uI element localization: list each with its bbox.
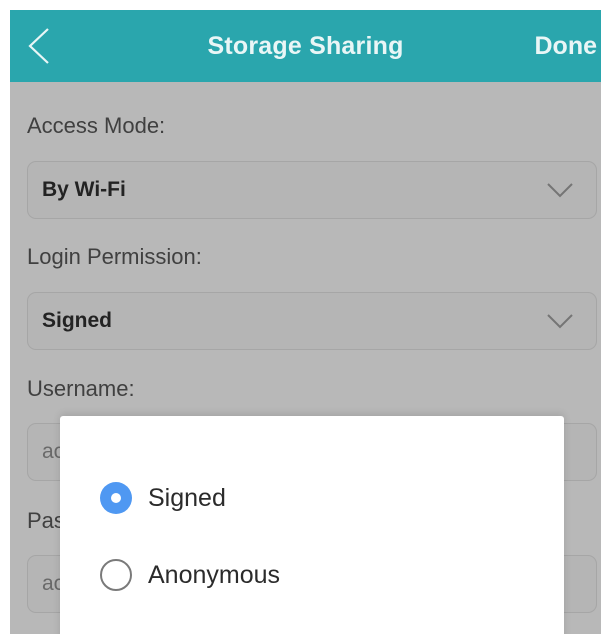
radio-unselected-icon[interactable] [100,559,132,591]
done-button[interactable]: Done [535,32,598,61]
permission-dialog: Signed Anonymous [60,416,564,634]
radio-selected-icon[interactable] [100,482,132,514]
option-signed[interactable]: Signed [100,478,226,518]
option-label: Signed [148,483,226,512]
option-anonymous[interactable]: Anonymous [100,555,280,595]
app-header: Storage Sharing Done [10,10,601,82]
screen: Storage Sharing Done Access Mode: By Wi-… [10,10,601,634]
page-title: Storage Sharing [207,32,404,60]
option-label: Anonymous [148,560,281,589]
